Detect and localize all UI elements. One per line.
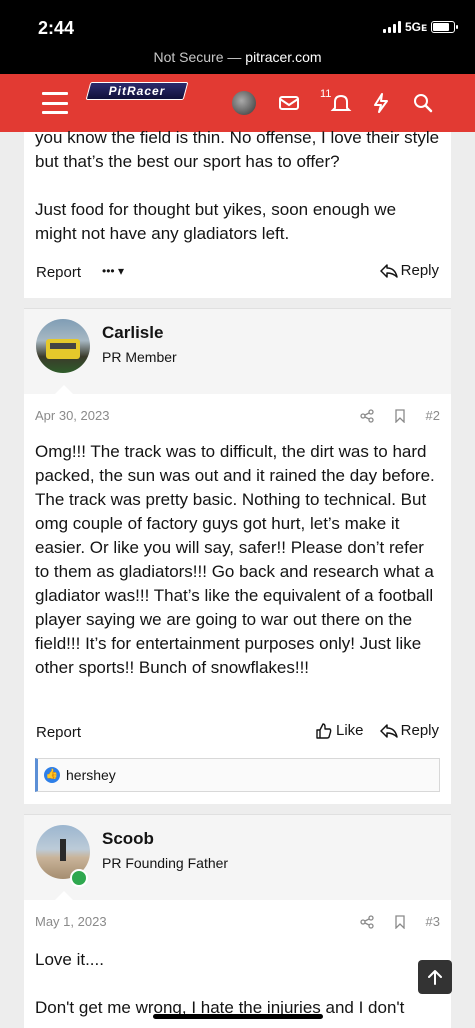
like-label: Like: [336, 722, 364, 739]
post-3-userbar: Scoob PR Founding Father: [24, 814, 451, 901]
report-link[interactable]: Report: [36, 724, 81, 741]
search-icon[interactable]: [412, 92, 434, 114]
network-type: 5Gᴇ: [404, 20, 427, 34]
inbox-icon[interactable]: [278, 92, 300, 114]
bookmark-icon[interactable]: [394, 408, 406, 423]
reactions-bar[interactable]: 👍 hershey: [35, 758, 440, 792]
site-logo[interactable]: PitRacer: [85, 82, 189, 100]
reaction-user[interactable]: hershey: [66, 759, 116, 791]
user-title: PR Founding Father: [102, 855, 229, 871]
post-date[interactable]: Apr 30, 2023: [35, 408, 109, 423]
reply-label: Reply: [400, 262, 439, 279]
post-2-text: Omg!!! The track was to difficult, the d…: [35, 442, 435, 677]
lightning-icon[interactable]: [370, 92, 392, 114]
reply-icon: [379, 723, 398, 738]
bell-icon[interactable]: [330, 92, 352, 114]
report-link[interactable]: Report: [36, 264, 81, 281]
post-2: Apr 30, 2023 #2 Omg!!! The track was to …: [24, 394, 451, 804]
username[interactable]: Scoob: [102, 829, 154, 849]
share-icon[interactable]: [359, 408, 374, 423]
reply-button[interactable]: Reply: [379, 262, 439, 279]
url-domain: pitracer.com: [245, 49, 322, 65]
post-number[interactable]: #2: [426, 408, 440, 423]
post-3-meta: May 1, 2023 #3: [35, 914, 440, 929]
url-separator: —: [223, 49, 246, 65]
account-avatar[interactable]: [232, 91, 256, 115]
post-3-paragraph-1: Love it....: [35, 950, 104, 969]
security-label: Not Secure: [153, 49, 224, 65]
reply-label: Reply: [400, 722, 439, 739]
more-options-menu[interactable]: ••• ▾: [102, 264, 124, 278]
like-reaction-icon: 👍: [44, 767, 60, 783]
user-title: PR Member: [102, 349, 177, 365]
username[interactable]: Carlisle: [102, 323, 163, 343]
menu-icon[interactable]: [42, 92, 68, 114]
logo-text: PitRacer: [108, 84, 166, 98]
thumbs-up-icon: [316, 722, 332, 739]
url-bar[interactable]: Not Secure — pitracer.com: [0, 44, 475, 74]
reply-icon: [379, 263, 398, 278]
post-date[interactable]: May 1, 2023: [35, 914, 107, 929]
share-icon[interactable]: [359, 914, 374, 929]
post-1: you know the field is thin. No offense, …: [24, 128, 451, 298]
post-2-meta: Apr 30, 2023 #2: [35, 408, 440, 423]
post-number[interactable]: #3: [426, 914, 440, 929]
post-1-paragraph-2: Just food for thought but yikes, soon en…: [35, 200, 397, 243]
post-2-userbar: Carlisle PR Member: [24, 308, 451, 395]
like-button[interactable]: Like: [316, 722, 364, 739]
arrow-up-icon: [428, 970, 442, 985]
post-3: May 1, 2023 #3 Love it.... Don't get me …: [24, 900, 451, 1028]
scroll-to-top-button[interactable]: [418, 960, 452, 994]
bookmark-icon[interactable]: [394, 914, 406, 929]
battery-icon: [431, 21, 458, 33]
online-status-icon: [70, 869, 88, 887]
post-1-paragraph-1: you know the field is thin. No offense, …: [35, 128, 440, 171]
home-indicator[interactable]: [153, 1014, 323, 1019]
status-indicators: 5Gᴇ: [382, 20, 458, 34]
status-bar: 2:44 5Gᴇ: [0, 0, 475, 44]
avatar[interactable]: [36, 319, 90, 373]
signal-icon: [382, 21, 401, 33]
reply-button[interactable]: Reply: [379, 722, 439, 739]
status-time: 2:44: [38, 18, 75, 38]
